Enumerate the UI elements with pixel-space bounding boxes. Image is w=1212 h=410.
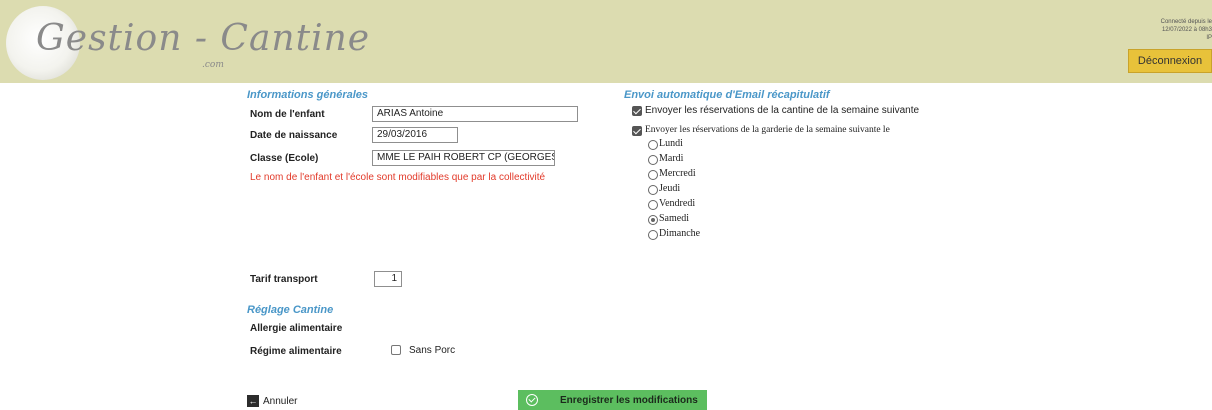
radio-samedi[interactable] <box>648 215 658 225</box>
transport-label: Tarif transport <box>250 274 318 285</box>
day-label-jeudi: Jeudi <box>659 183 681 194</box>
back-arrow-icon: ← <box>247 395 259 407</box>
header-bar: Gestion - Cantine .com Connecté depuis l… <box>0 0 1212 83</box>
connection-line-3: IP <box>1206 35 1212 41</box>
garderie-email-label: Envoyer les réservations de la garderie … <box>645 125 890 135</box>
radio-lundi[interactable] <box>648 140 658 150</box>
sans-porc-checkbox[interactable] <box>391 345 401 355</box>
day-label-mercredi: Mercredi <box>659 168 696 179</box>
connection-info: Connecté depuis le 12/07/2022 à 08h3 IP <box>1122 18 1212 42</box>
save-button[interactable]: Enregistrer les modifications <box>518 390 707 410</box>
edit-warning: Le nom de l'enfant et l'école sont modif… <box>250 172 546 183</box>
cancel-button[interactable]: ← Annuler <box>247 395 297 407</box>
radio-vendredi[interactable] <box>648 200 658 210</box>
day-label-vendredi: Vendredi <box>659 198 696 209</box>
connection-line-2: 12/07/2022 à 08h3 <box>1161 27 1212 33</box>
cantine-settings-title: Réglage Cantine <box>247 304 334 316</box>
app-logo[interactable]: Gestion - Cantine .com <box>6 6 369 80</box>
radio-jeudi[interactable] <box>648 185 658 195</box>
cantine-email-label: Envoyer les réservations de la cantine d… <box>645 105 920 116</box>
diet-label: Régime alimentaire <box>250 346 342 357</box>
logo-subtext: .com <box>202 60 224 70</box>
garderie-email-checkbox[interactable] <box>632 126 642 136</box>
radio-mercredi[interactable] <box>648 170 658 180</box>
allergy-label: Allergie alimentaire <box>250 323 343 334</box>
save-label: Enregistrer les modifications <box>560 394 698 406</box>
child-name-field[interactable]: ARIAS Antoine <box>372 106 578 122</box>
class-label: Classe (Ecole) <box>250 153 319 164</box>
check-circle-icon <box>526 394 538 406</box>
day-label-dimanche: Dimanche <box>659 228 701 239</box>
logo-text: Gestion - Cantine <box>36 18 371 59</box>
email-section-title: Envoi automatique d'Email récapitulatif <box>624 89 830 101</box>
day-label-mardi: Mardi <box>659 153 684 164</box>
day-label-lundi: Lundi <box>659 138 683 149</box>
cancel-label: Annuler <box>263 395 298 407</box>
birth-date-field[interactable]: 29/03/2016 <box>372 127 458 143</box>
transport-field[interactable]: 1 <box>374 271 402 287</box>
cantine-email-checkbox[interactable] <box>632 106 642 116</box>
radio-dimanche[interactable] <box>648 230 658 240</box>
connection-line-1: Connecté depuis le <box>1160 19 1212 25</box>
day-label-samedi: Samedi <box>659 213 689 224</box>
birth-date-label: Date de naissance <box>250 130 338 141</box>
child-name-label: Nom de l'enfant <box>250 109 325 120</box>
sans-porc-label: Sans Porc <box>409 345 456 356</box>
logout-button[interactable]: Déconnexion <box>1128 49 1212 73</box>
radio-mardi[interactable] <box>648 155 658 165</box>
class-field[interactable]: MME LE PAIH ROBERT CP (GEORGES BRU <box>372 150 555 166</box>
general-info-title: Informations générales <box>247 89 369 101</box>
